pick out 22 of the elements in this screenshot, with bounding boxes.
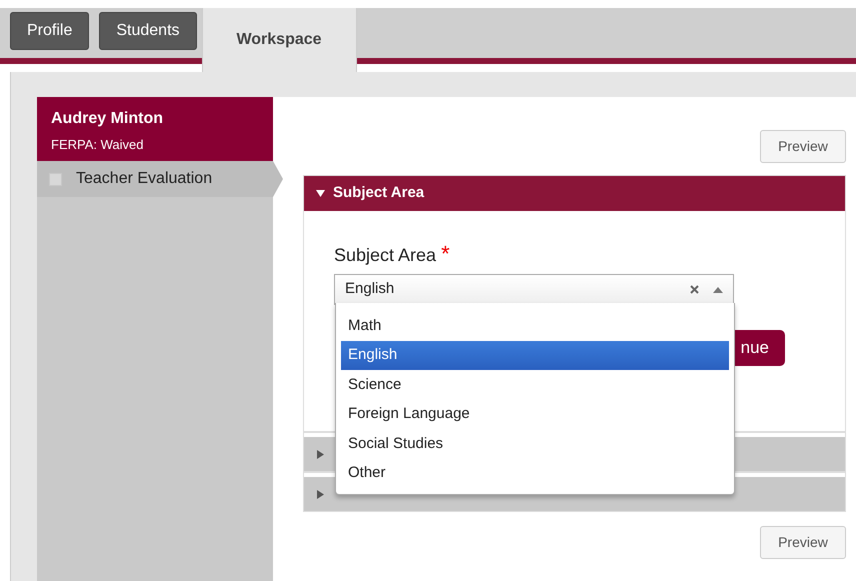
dropdown-option[interactable]: Social Studies <box>341 429 729 458</box>
ferpa-status: FERPA: Waived <box>51 136 144 154</box>
student-name: Audrey Minton <box>51 109 164 129</box>
clear-icon[interactable] <box>690 285 699 294</box>
tab[interactable]: Students <box>99 12 197 50</box>
dropdown-option[interactable]: Other <box>341 458 729 488</box>
expand-icon <box>316 450 325 458</box>
dropdown-option[interactable]: Foreign Language <box>341 400 729 429</box>
dropdown-option[interactable]: English <box>341 340 729 370</box>
preview-button[interactable]: Preview <box>760 526 846 559</box>
sidebar-item[interactable]: Teacher Evaluation <box>37 161 283 197</box>
dropdown-option[interactable]: Science <box>341 370 729 400</box>
tab[interactable]: Profile <box>10 12 90 50</box>
tab[interactable]: Workspace <box>202 8 357 72</box>
preview-button[interactable]: Preview <box>760 130 846 163</box>
subject-select[interactable]: English <box>334 274 734 305</box>
expand-icon <box>316 490 325 498</box>
caret-icon[interactable] <box>713 286 723 292</box>
checkbox[interactable] <box>49 172 62 186</box>
collapse-icon <box>316 189 325 198</box>
field-label: Subject Area * <box>334 240 450 268</box>
section-header[interactable]: Subject Area <box>304 176 845 211</box>
